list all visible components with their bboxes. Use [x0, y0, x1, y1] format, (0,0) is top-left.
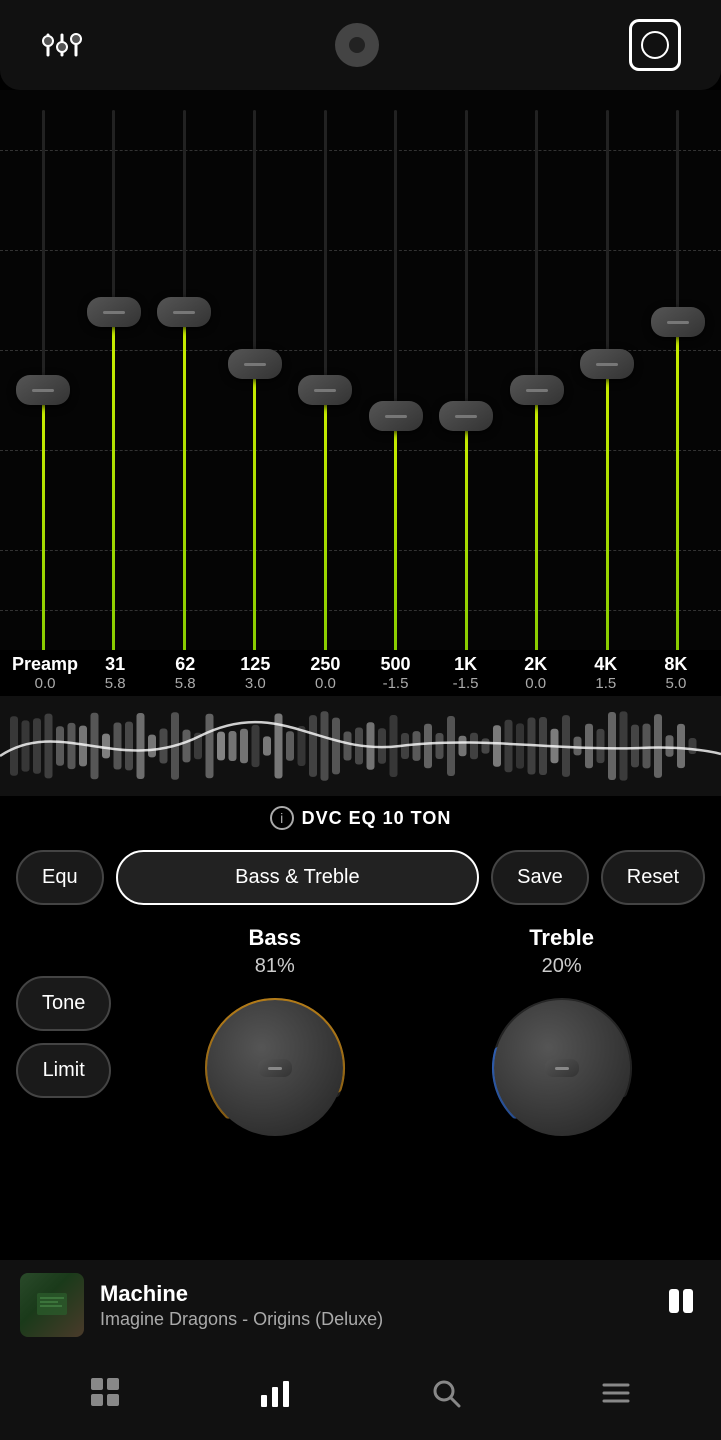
mixer-icon[interactable] [40, 27, 84, 63]
controls-row: Equ Bass & Treble Save Reset [0, 840, 721, 915]
now-playing-bar: Machine Imagine Dragons - Origins (Delux… [0, 1260, 721, 1350]
eq-band-name-1K: 1K [454, 654, 477, 675]
treble-label: Treble [529, 925, 594, 951]
eq-band-name-Preamp: Preamp [12, 654, 78, 675]
eq-band-val-Preamp: 0.0 [35, 675, 56, 692]
eq-slider-250[interactable] [290, 110, 361, 650]
bass-knob-wrap: Bass 81% [195, 925, 355, 1148]
equ-button[interactable]: Equ [16, 850, 104, 905]
waveform-section [0, 696, 721, 796]
bass-value: 81% [255, 955, 295, 978]
eq-slider-31[interactable] [79, 110, 150, 650]
treble-knob-wrap: Treble 20% [482, 925, 642, 1148]
treble-knob[interactable] [482, 988, 642, 1148]
eq-section [0, 90, 721, 650]
side-controls: Tone Limit [16, 976, 111, 1098]
eq-thumb-500[interactable] [369, 401, 423, 431]
eq-band-name-125: 125 [240, 654, 270, 675]
treble-knob-indicator [545, 1059, 579, 1077]
eq-band-name-8K: 8K [664, 654, 687, 675]
eq-thumb-Preamp[interactable] [16, 375, 70, 405]
treble-value: 20% [542, 955, 582, 978]
eq-band-val-125: 3.0 [245, 675, 266, 692]
eq-band-name-62: 62 [175, 654, 195, 675]
eq-band-name-500: 500 [380, 654, 410, 675]
dvc-label-row: i DVC EQ 10 TON [0, 796, 721, 840]
eq-band-val-250: 0.0 [315, 675, 336, 692]
eq-band-val-500: -1.5 [383, 675, 409, 692]
eq-thumb-125[interactable] [228, 349, 282, 379]
eq-label-8K: 8K5.0 [641, 654, 711, 692]
eq-label-4K: 4K1.5 [571, 654, 641, 692]
eq-band-name-2K: 2K [524, 654, 547, 675]
eq-label-250: 2500.0 [290, 654, 360, 692]
eq-slider-125[interactable] [220, 110, 291, 650]
nav-search-icon[interactable] [430, 1377, 462, 1414]
eq-label-62: 625.8 [150, 654, 220, 692]
eq-label-31: 315.8 [80, 654, 150, 692]
eq-thumb-8K[interactable] [651, 307, 705, 337]
track-artist: Imagine Dragons - Origins (Deluxe) [100, 1309, 645, 1330]
eq-label-125: 1253.0 [220, 654, 290, 692]
bass-knob-body [207, 1000, 343, 1136]
eq-slider-2K[interactable] [502, 110, 573, 650]
bass-knob[interactable] [195, 988, 355, 1148]
eq-thumb-31[interactable] [87, 297, 141, 327]
eq-band-name-4K: 4K [594, 654, 617, 675]
eq-slider-62[interactable] [149, 110, 220, 650]
bass-label: Bass [248, 925, 301, 951]
nav-chart-icon[interactable] [259, 1377, 291, 1414]
play-pause-button[interactable] [661, 1281, 701, 1329]
eq-slider-4K[interactable] [572, 110, 643, 650]
eq-thumb-2K[interactable] [510, 375, 564, 405]
dvc-text: DVC EQ 10 TON [302, 808, 452, 829]
eq-labels-row: Preamp0.0315.8625.81253.02500.0500-1.51K… [0, 650, 721, 696]
eq-band-val-4K: 1.5 [595, 675, 616, 692]
eq-slider-1K[interactable] [431, 110, 502, 650]
eq-label-1K: 1K-1.5 [431, 654, 501, 692]
nav-menu-icon[interactable] [600, 1377, 632, 1414]
eq-label-Preamp: Preamp0.0 [10, 654, 80, 692]
track-info: Machine Imagine Dragons - Origins (Delux… [100, 1281, 645, 1330]
eq-band-name-31: 31 [105, 654, 125, 675]
nav-grid-icon[interactable] [89, 1376, 121, 1415]
knob-area: Bass 81% Treble 20% [131, 925, 705, 1148]
track-title: Machine [100, 1281, 645, 1307]
save-button[interactable]: Save [491, 850, 589, 905]
bass-treble-button[interactable]: Bass & Treble [116, 850, 480, 905]
eq-thumb-4K[interactable] [580, 349, 634, 379]
bass-knob-indicator [258, 1059, 292, 1077]
info-icon: i [270, 806, 294, 830]
bottom-nav [0, 1350, 721, 1440]
limit-button[interactable]: Limit [16, 1043, 111, 1098]
treble-knob-body [494, 1000, 630, 1136]
eq-band-val-1K: -1.5 [453, 675, 479, 692]
top-nav [0, 0, 721, 90]
eq-band-val-2K: 0.0 [525, 675, 546, 692]
eq-band-val-62: 5.8 [175, 675, 196, 692]
eq-band-val-8K: 5.0 [665, 675, 686, 692]
eq-label-2K: 2K0.0 [501, 654, 571, 692]
album-art [20, 1273, 84, 1337]
center-dot-icon[interactable] [335, 23, 379, 67]
eq-label-500: 500-1.5 [360, 654, 430, 692]
eq-thumb-62[interactable] [157, 297, 211, 327]
eq-slider-Preamp[interactable] [8, 110, 79, 650]
eq-slider-8K[interactable] [643, 110, 714, 650]
eq-thumb-1K[interactable] [439, 401, 493, 431]
bass-treble-section: Tone Limit Bass 81% [0, 915, 721, 1168]
eq-slider-500[interactable] [361, 110, 432, 650]
surround-sound-icon[interactable] [629, 19, 681, 71]
reset-button[interactable]: Reset [601, 850, 705, 905]
eq-thumb-250[interactable] [298, 375, 352, 405]
tone-button[interactable]: Tone [16, 976, 111, 1031]
eq-band-val-31: 5.8 [105, 675, 126, 692]
eq-band-name-250: 250 [310, 654, 340, 675]
